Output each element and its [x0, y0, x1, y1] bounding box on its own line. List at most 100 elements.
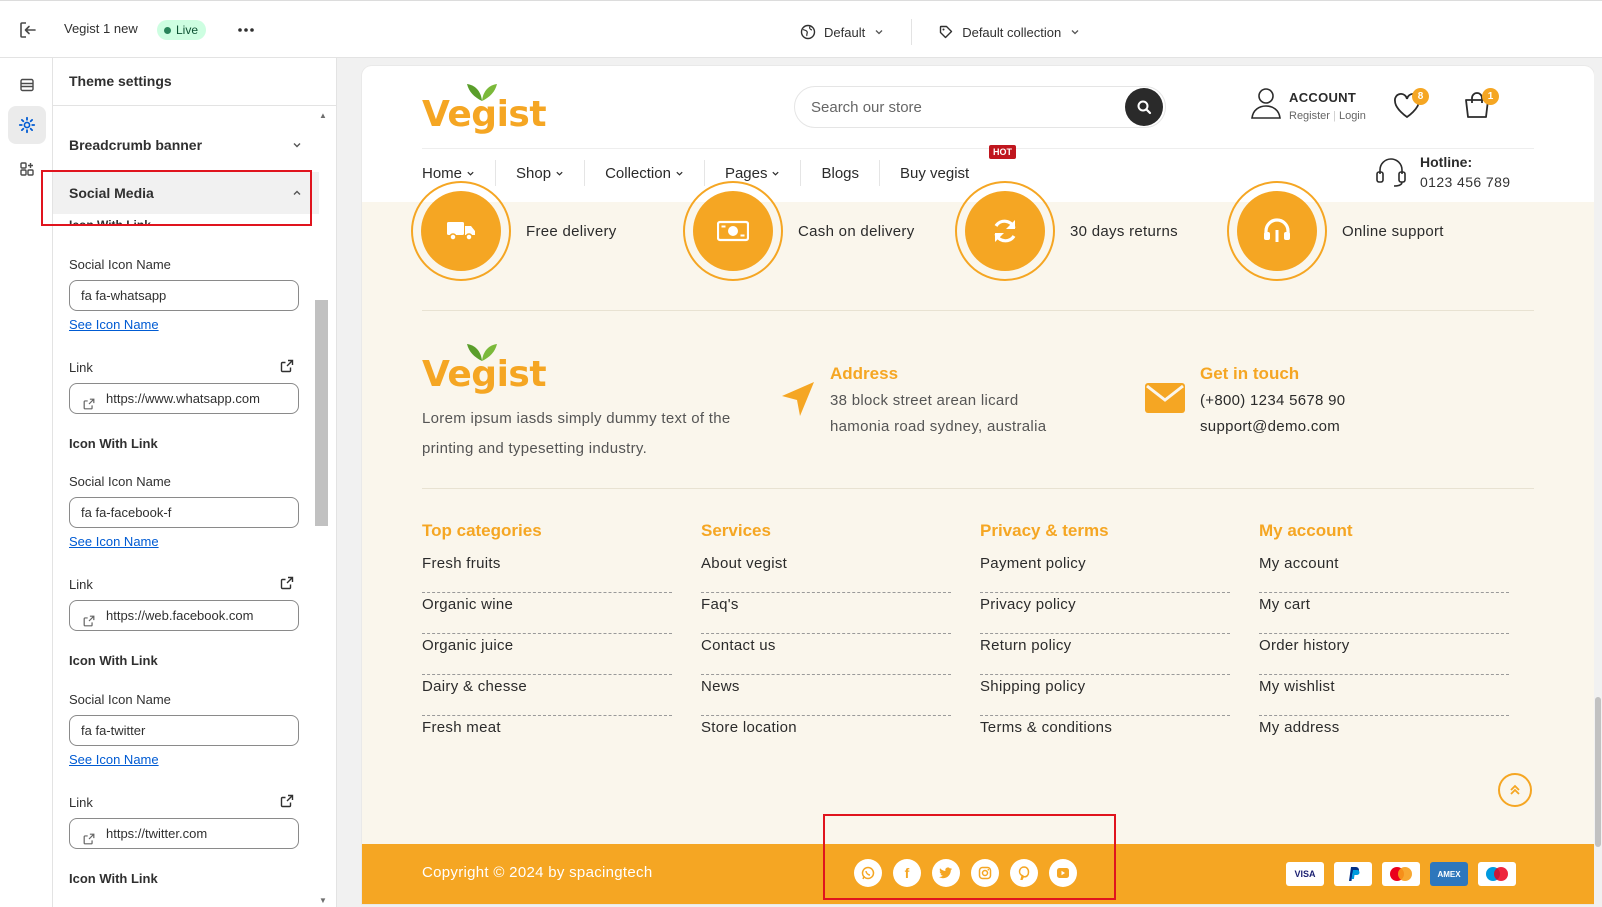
address-line: 38 block street arean licard	[830, 392, 1019, 409]
footer-link[interactable]: Organic wine	[422, 593, 672, 634]
nav-label: Shop	[516, 164, 552, 182]
chevron-down-icon	[676, 171, 683, 176]
footer-link[interactable]: Shipping policy	[980, 675, 1230, 716]
section-breadcrumb-banner[interactable]: Breadcrumb banner	[53, 124, 319, 166]
footer-link[interactable]: Fresh meat	[422, 716, 672, 757]
tag-icon	[940, 25, 953, 39]
service-label: Free delivery	[526, 223, 617, 240]
link-input[interactable]: https://twitter.com	[69, 818, 299, 849]
footer-link[interactable]: Fresh fruits	[422, 552, 672, 593]
chevron-down-icon	[556, 171, 563, 176]
footer-link[interactable]: Terms & conditions	[980, 716, 1230, 757]
exit-icon[interactable]	[16, 18, 40, 42]
link-value: https://twitter.com	[106, 826, 208, 841]
search-icon[interactable]	[1125, 88, 1163, 126]
chevron-down-icon	[1071, 30, 1079, 35]
divider	[911, 19, 913, 45]
login-link[interactable]: Login	[1339, 110, 1366, 122]
footer-link[interactable]: Faq's	[701, 593, 951, 634]
search-placeholder: Search our store	[811, 99, 922, 116]
footer-link[interactable]: My address	[1259, 716, 1509, 757]
footer-link[interactable]: My cart	[1259, 593, 1509, 634]
more-icon[interactable]	[235, 19, 257, 41]
sections-icon[interactable]	[8, 66, 46, 104]
see-icon-name-link[interactable]: See Icon Name	[69, 317, 159, 332]
preview-scrollbar-thumb[interactable]	[1595, 697, 1601, 847]
social-icon-name-label: Social Icon Name	[69, 692, 171, 707]
divider	[422, 148, 1534, 149]
see-icon-name-link[interactable]: See Icon Name	[69, 534, 159, 549]
footer-link[interactable]: About vegist	[701, 552, 951, 593]
service-badge	[683, 181, 783, 281]
footer-link[interactable]: Order history	[1259, 634, 1509, 675]
link-label: Link	[69, 577, 93, 592]
link-label: Link	[69, 360, 93, 375]
hotline-title: Hotline:	[1420, 154, 1473, 170]
cart-button[interactable]: 1	[1462, 88, 1499, 125]
contact-title: Get in touch	[1200, 364, 1300, 383]
amex-icon: AMEX	[1430, 862, 1468, 886]
link-input[interactable]: https://web.facebook.com	[69, 600, 299, 631]
nav-blogs[interactable]: Blogs	[801, 160, 881, 186]
group-heading: Icon With Link	[69, 871, 158, 886]
external-link-icon[interactable]	[279, 358, 295, 374]
nav-label: Pages	[724, 164, 768, 182]
link-icon	[82, 392, 96, 413]
theme-name: Vegist 1 new	[64, 21, 138, 36]
footer-link[interactable]: Return policy	[980, 634, 1230, 675]
back-to-top-button[interactable]	[1498, 773, 1532, 807]
nav-collection[interactable]: Collection	[585, 160, 705, 186]
user-icon	[1251, 88, 1281, 119]
store-search[interactable]: Search our store	[794, 86, 1166, 128]
external-link-icon[interactable]	[279, 575, 295, 591]
collection-select[interactable]: Default collection	[938, 21, 1081, 43]
scroll-up-arrow[interactable]: ▲	[319, 111, 327, 120]
contact-phone: (+800) 1234 5678 90	[1200, 392, 1346, 409]
address-title: Address	[830, 364, 899, 383]
footer-link[interactable]: Contact us	[701, 634, 951, 675]
paypal-icon	[1334, 862, 1372, 886]
footer-link[interactable]: Store location	[701, 716, 951, 757]
external-link-icon[interactable]	[279, 793, 295, 809]
link-icon	[82, 609, 96, 630]
headset-icon	[1376, 158, 1406, 187]
scroll-down-arrow[interactable]: ▼	[319, 896, 327, 905]
truck-icon	[447, 222, 475, 241]
chevron-down-icon	[293, 143, 301, 148]
nav-label: Collection	[605, 164, 671, 182]
live-badge: Live	[157, 20, 207, 40]
footer-link[interactable]: Privacy policy	[980, 593, 1230, 634]
social-icon-name-input[interactable]: fa fa-twitter	[69, 715, 299, 746]
service-label: Cash on delivery	[798, 223, 915, 240]
account-links: Register | Login	[1289, 110, 1366, 122]
theme-settings-icon[interactable]	[8, 106, 46, 144]
nav-label: Home	[422, 164, 463, 182]
store-nav: Home Shop Collection Pages Blogs Buy veg…	[422, 160, 989, 186]
footer-link[interactable]: Payment policy	[980, 552, 1230, 593]
account-block[interactable]: ACCOUNT Register | Login	[1250, 86, 1366, 125]
nav-buy-vegist[interactable]: Buy vegist	[880, 160, 989, 186]
social-icon-name-input[interactable]: fa fa-facebook-f	[69, 497, 299, 528]
service-badge	[1227, 181, 1327, 281]
locale-label: Default	[824, 24, 866, 40]
link-input[interactable]: https://www.whatsapp.com	[69, 383, 299, 414]
footer-link[interactable]: My account	[1259, 552, 1509, 593]
service-label: Online support	[1342, 223, 1444, 240]
address-line: hamonia road sydney, australia	[830, 418, 1047, 435]
hotline-number: 0123 456 789	[1420, 174, 1511, 190]
social-icon-name-input[interactable]: fa fa-whatsapp	[69, 280, 299, 311]
contact-email[interactable]: support@demo.com	[1200, 418, 1340, 435]
locale-select[interactable]: Default	[800, 21, 885, 43]
service-badge	[955, 181, 1055, 281]
footer-link[interactable]: Dairy & chesse	[422, 675, 672, 716]
see-icon-name-link[interactable]: See Icon Name	[69, 752, 159, 767]
footer-link[interactable]: My wishlist	[1259, 675, 1509, 716]
chevron-down-icon	[467, 171, 474, 176]
footer-link[interactable]: Organic juice	[422, 634, 672, 675]
register-link[interactable]: Register	[1289, 110, 1330, 122]
wishlist-button[interactable]: 8	[1392, 88, 1429, 125]
panel-scrollbar-thumb[interactable]	[315, 300, 328, 526]
footer-link[interactable]: News	[701, 675, 951, 716]
link-value: https://www.whatsapp.com	[106, 391, 260, 406]
nav-shop[interactable]: Shop	[496, 160, 586, 186]
